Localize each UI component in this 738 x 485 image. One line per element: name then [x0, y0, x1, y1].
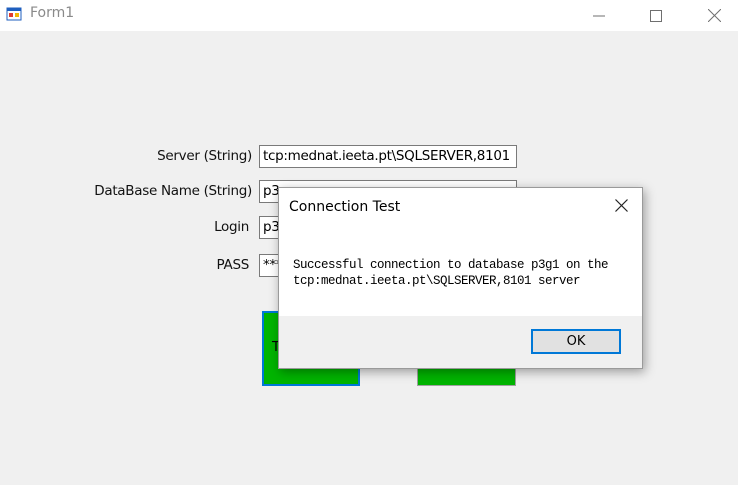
- dialog-message-line: Successful connection to database p3g1 o…: [293, 258, 609, 272]
- title-bar: Form1: [0, 0, 738, 31]
- database-label: DataBase Name (String): [94, 183, 252, 199]
- dialog-message: Successful connection to database p3g1 o…: [293, 257, 623, 289]
- login-label: Login: [214, 219, 249, 235]
- dialog-title: Connection Test: [289, 199, 401, 215]
- dialog-footer: OK: [279, 316, 642, 368]
- dialog-message-line: tcp:mednat.ieeta.pt\SQLSERVER,8101 serve…: [293, 274, 581, 288]
- close-icon: [707, 9, 721, 22]
- ok-button[interactable]: OK: [531, 329, 621, 354]
- maximize-icon: [650, 9, 662, 22]
- minimize-icon: [593, 10, 605, 22]
- server-field[interactable]: tcp:mednat.ieeta.pt\SQLSERVER,8101: [259, 145, 517, 168]
- dialog-close-button[interactable]: [606, 194, 636, 220]
- maximize-button[interactable]: [627, 0, 685, 31]
- close-icon: [614, 199, 628, 215]
- close-window-button[interactable]: [685, 0, 738, 31]
- server-label: Server (String): [157, 148, 252, 164]
- window-title: Form1: [30, 5, 75, 21]
- connection-test-dialog: Connection Test Successful connection to…: [278, 187, 643, 369]
- pass-label: PASS: [216, 257, 250, 273]
- form-app-icon: [6, 6, 22, 22]
- minimize-button[interactable]: [570, 0, 628, 31]
